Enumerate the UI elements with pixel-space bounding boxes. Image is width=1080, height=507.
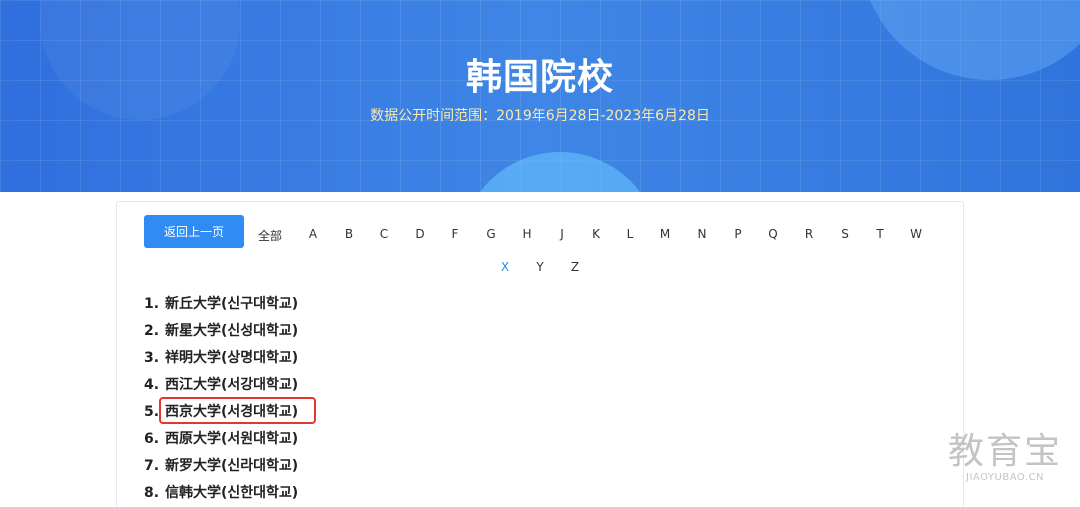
filter-letter-a[interactable]: A [309, 227, 317, 241]
filter-letter-x[interactable]: X [501, 260, 509, 274]
filter-letter-t[interactable]: T [876, 227, 883, 241]
date-range-subtitle: 数据公开时间范围：2019年6月28日-2023年6月28日 [370, 108, 710, 124]
filter-letter-y[interactable]: Y [536, 260, 543, 274]
filter-letter-l[interactable]: L [627, 227, 634, 241]
list-item[interactable]: 3. 祥明大学(상명대학교) [144, 344, 298, 371]
university-name[interactable]: 信韩大学(신한대학교) [165, 482, 298, 504]
list-item-number: 8. [144, 484, 160, 501]
list-item[interactable]: 1. 新丘大学(신구대학교) [144, 290, 298, 317]
filter-letter-q[interactable]: Q [768, 227, 777, 241]
filter-letter-j[interactable]: J [560, 227, 564, 241]
university-name[interactable]: 新丘大学(신구대학교) [165, 293, 298, 315]
header-banner: 韩国院校 数据公开时间范围：2019年6月28日-2023年6月28日 [0, 0, 1080, 192]
page-title: 韩国院校 [465, 57, 614, 98]
list-item-number: 1. [144, 295, 160, 312]
filter-letter-c[interactable]: C [380, 227, 388, 241]
filter-letter-w[interactable]: W [910, 227, 922, 241]
filter-letter-g[interactable]: G [486, 227, 495, 241]
filter-letter-m[interactable]: M [660, 227, 670, 241]
highlight-box [159, 397, 316, 424]
filter-letter-z[interactable]: Z [571, 260, 579, 274]
watermark-url: JIAOYUBAO.CN [966, 472, 1044, 483]
university-name[interactable]: 西江大学(서강대학교) [165, 374, 298, 396]
watermark-text: 教育宝 [947, 431, 1062, 472]
university-name[interactable]: 新罗大学(신라대학교) [165, 455, 298, 477]
watermark-logo: 教育宝 JIAOYUBAO.CN [946, 432, 1064, 484]
list-item[interactable]: 8. 信韩大学(신한대학교) [144, 479, 298, 506]
filter-letter-d[interactable]: D [415, 227, 424, 241]
university-name[interactable]: 西原大学(서원대학교) [165, 428, 298, 450]
filter-letter-f[interactable]: F [452, 227, 459, 241]
university-name[interactable]: 祥明大学(상명대학교) [165, 347, 298, 369]
filter-letter-k[interactable]: K [592, 227, 600, 241]
list-item-number: 2. [144, 322, 160, 339]
filter-all[interactable]: 全部 [258, 227, 282, 244]
list-item[interactable]: 4. 西江大学(서강대학교) [144, 371, 298, 398]
list-item-number: 7. [144, 457, 160, 474]
list-item[interactable]: 2. 新星大学(신성대학교) [144, 317, 298, 344]
filter-letter-p[interactable]: P [734, 227, 741, 241]
university-name[interactable]: 新星大学(신성대학교) [165, 320, 298, 342]
filter-letter-n[interactable]: N [698, 227, 707, 241]
filter-letter-b[interactable]: B [345, 227, 353, 241]
list-item-number: 4. [144, 376, 160, 393]
filter-letter-s[interactable]: S [841, 227, 849, 241]
list-item-number: 6. [144, 430, 160, 447]
list-item[interactable]: 6. 西原大学(서원대학교) [144, 425, 298, 452]
filter-letter-h[interactable]: H [522, 227, 531, 241]
back-button[interactable]: 返回上一页 [144, 215, 244, 248]
list-item-number: 3. [144, 349, 160, 366]
list-item[interactable]: 7. 新罗大学(신라대학교) [144, 452, 298, 479]
filter-letter-r[interactable]: R [805, 227, 813, 241]
